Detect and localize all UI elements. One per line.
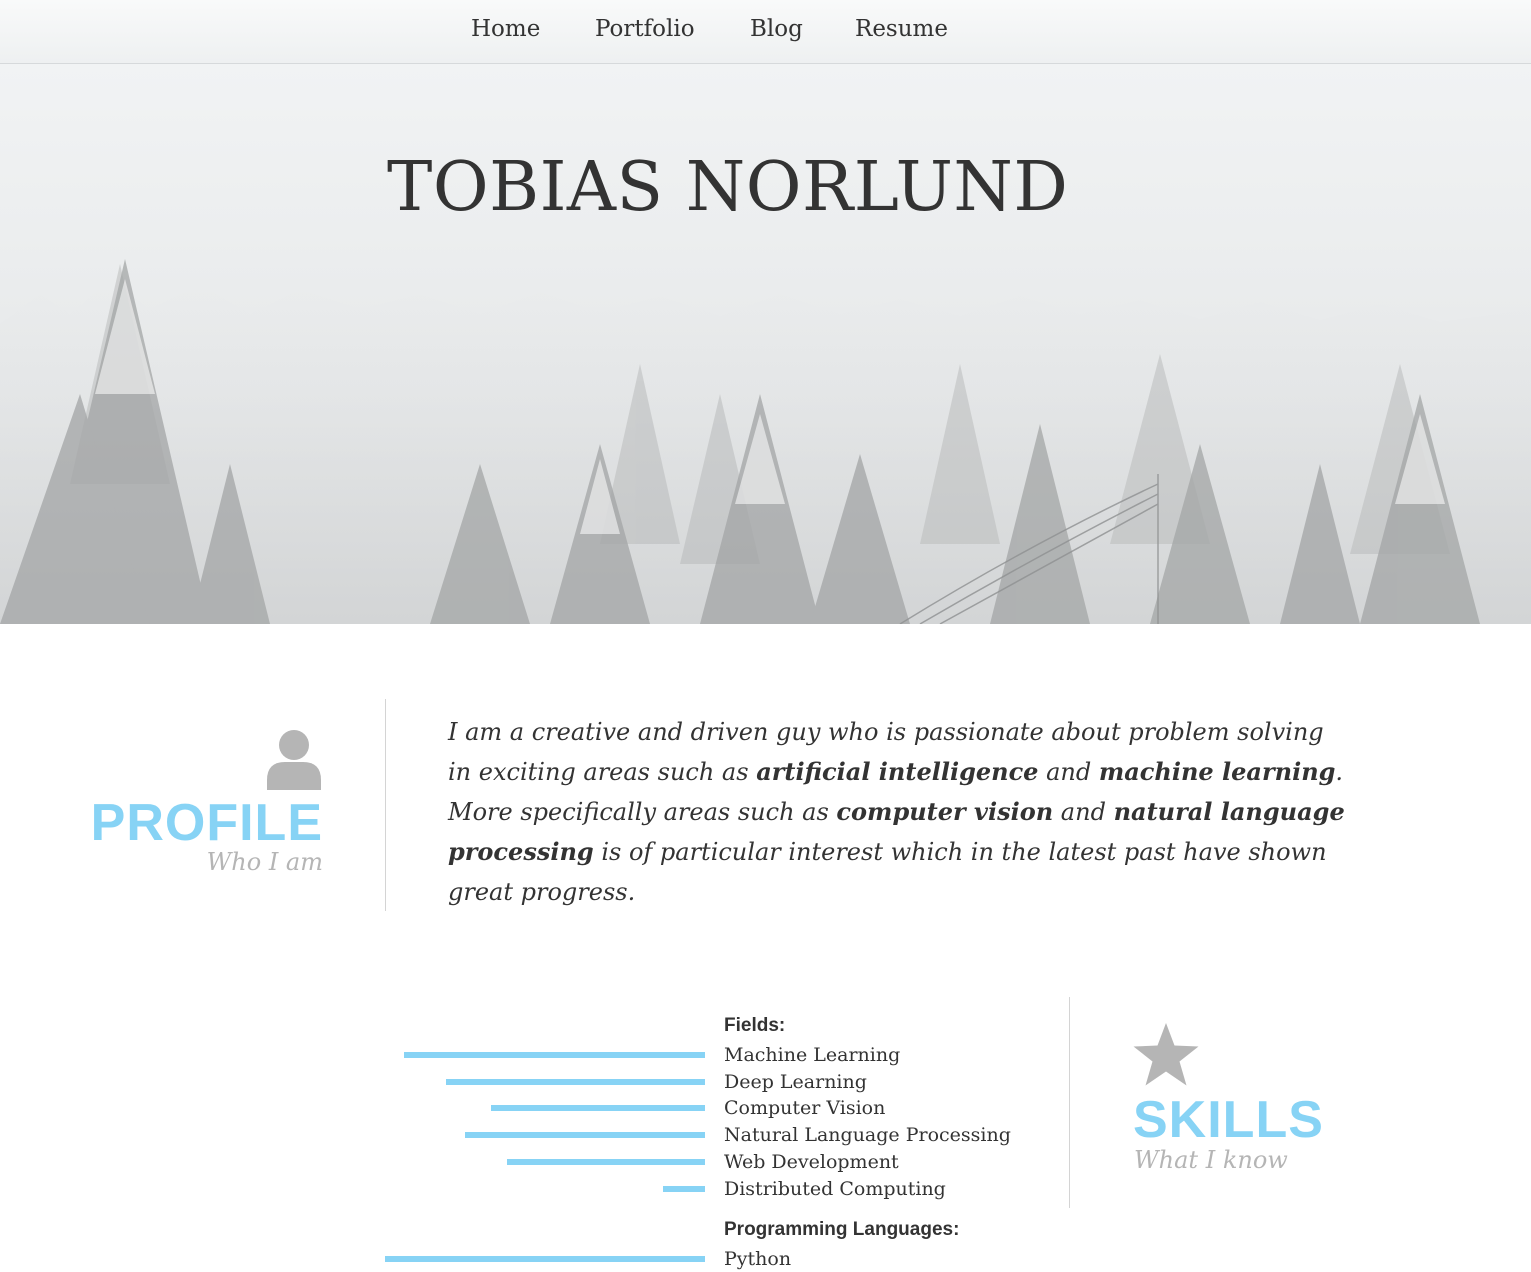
skill-label: Natural Language Processing <box>724 1124 1011 1147</box>
skill-label: Machine Learning <box>724 1044 901 1066</box>
skill-level-bar <box>465 1132 705 1139</box>
nav-home-link[interactable]: Home <box>471 16 540 42</box>
profile-highlight: computer vision <box>836 797 1054 826</box>
profile-highlight: machine learning <box>1098 757 1336 786</box>
skill-level-bar <box>385 1256 705 1262</box>
skill-group-title: Fields: <box>724 1015 786 1036</box>
skills-subheading: What I know <box>1134 1146 1288 1174</box>
hero-banner: TOBIAS NORLUND <box>0 64 1531 624</box>
profile-subheading: Who I am <box>206 848 323 876</box>
hero-title: TOBIAS NORLUND <box>387 148 1069 227</box>
skills-heading: SKILLS <box>1133 1091 1324 1149</box>
skill-label: Distributed Computing <box>724 1177 946 1200</box>
skill-label: Web Development <box>724 1150 899 1173</box>
skill-level-bar <box>507 1158 705 1165</box>
skill-label: Computer Vision <box>724 1097 886 1120</box>
nav-portfolio-link[interactable]: Portfolio <box>595 16 695 42</box>
star-icon <box>1133 1023 1199 1086</box>
skill-level-bar <box>446 1078 705 1085</box>
nav-resume-link[interactable]: Resume <box>855 16 948 42</box>
skills-divider <box>1069 997 1070 1208</box>
user-icon <box>267 730 321 790</box>
profile-text-run: and <box>1038 758 1099 786</box>
nav-blog-link[interactable]: Blog <box>750 16 803 42</box>
profile-description: I am a creative and driven guy who is pa… <box>448 712 1348 912</box>
skill-level-bar <box>404 1052 705 1058</box>
profile-text-run: and <box>1053 798 1114 826</box>
profile-divider <box>385 699 386 911</box>
skill-group-title: Programming Languages: <box>724 1219 960 1240</box>
skill-label: Deep Learning <box>724 1070 867 1093</box>
profile-highlight: artificial intelligence <box>756 757 1039 786</box>
skill-level-bar <box>663 1185 705 1192</box>
skill-label: Python <box>724 1248 792 1270</box>
skill-level-bar <box>491 1105 705 1112</box>
profile-heading: PROFILE <box>90 794 323 852</box>
top-navigation: Home Portfolio Blog Resume <box>0 0 1531 64</box>
